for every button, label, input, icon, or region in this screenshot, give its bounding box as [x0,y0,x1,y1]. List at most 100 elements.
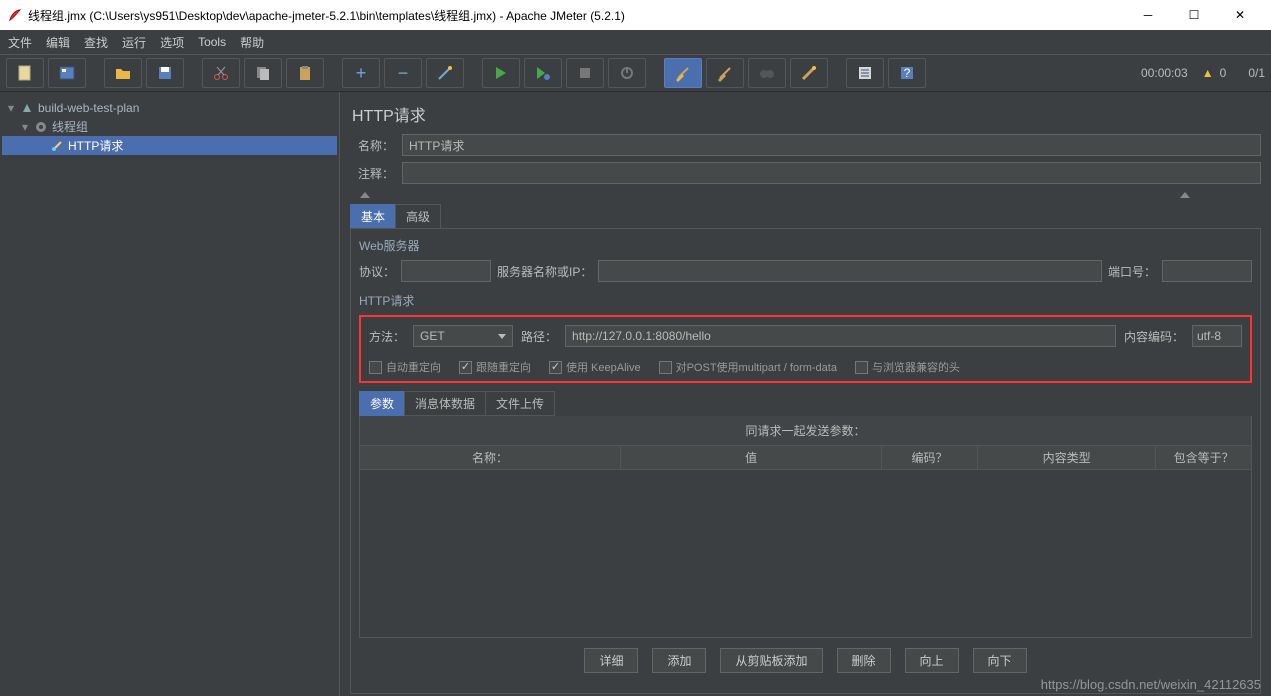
menu-help[interactable]: 帮助 [240,34,264,51]
down-button[interactable]: 向下 [973,648,1027,673]
toolbar-stop-button[interactable] [566,58,604,88]
status-threads: 0/1 [1248,66,1265,80]
toolbar-new-button[interactable] [6,58,44,88]
method-label: 方法： [369,328,405,345]
col-name[interactable]: 名称： [360,446,621,469]
gear-icon [34,120,48,134]
toolbar-start-button[interactable] [482,58,520,88]
checkbox-follow-redirect[interactable] [459,361,472,374]
minus-icon: − [398,63,409,84]
menu-file[interactable]: 文件 [8,34,32,51]
label-keepalive: 使用 KeepAlive [566,359,641,375]
http-request-panel: HTTP请求 名称： 注释： 基本 高级 Web服务器 协议： 服务器名称或IP… [340,92,1271,696]
path-label: 路径： [521,328,557,345]
tab-params[interactable]: 参数 [359,391,405,416]
menu-options[interactable]: 选项 [160,34,184,51]
tab-files[interactable]: 文件上传 [485,391,555,416]
detail-button[interactable]: 详细 [584,648,638,673]
checkbox-auto-redirect[interactable] [369,361,382,374]
col-ctype[interactable]: 内容类型 [978,446,1156,469]
status-timer: 00:00:03 [1141,66,1188,80]
svg-text:?: ? [904,66,911,80]
tree-thread-group-label: 线程组 [52,118,88,135]
window-maximize-button[interactable]: ☐ [1171,0,1217,30]
checkbox-multipart[interactable] [659,361,672,374]
col-include[interactable]: 包含等于？ [1156,446,1251,469]
window-close-button[interactable]: ✕ [1217,0,1263,30]
toolbar-paste-button[interactable] [286,58,324,88]
tab-advanced[interactable]: 高级 [395,204,441,229]
protocol-input[interactable] [401,260,491,282]
toolbar-expand-button[interactable]: + [342,58,380,88]
menu-tools[interactable]: Tools [198,35,226,49]
server-input[interactable] [598,260,1102,282]
toolbar-templates-button[interactable] [48,58,86,88]
tree-root[interactable]: ▾ build-web-test-plan [2,98,337,117]
broom-active-icon [674,64,692,82]
method-value: GET [420,329,445,343]
play-fast-icon [535,65,551,81]
encoding-label: 内容编码： [1124,328,1184,345]
highlighted-area: 方法： GET 路径： http://127.0.0.1:8080/hello … [359,315,1252,383]
toolbar-copy-button[interactable] [244,58,282,88]
menu-edit[interactable]: 编辑 [46,34,70,51]
menu-search[interactable]: 查找 [84,34,108,51]
expand-handle[interactable] [350,190,1261,200]
params-table-header: 名称： 值 编码？ 内容类型 包含等于？ [359,446,1252,470]
clipboard-add-button[interactable]: 从剪贴板添加 [720,648,822,673]
tree-twisty-icon[interactable]: ▾ [6,101,16,115]
method-select[interactable]: GET [413,325,513,347]
toolbar-clear-all-button[interactable] [706,58,744,88]
name-label: 名称： [350,137,394,154]
toolbar-start-no-timers-button[interactable] [524,58,562,88]
toolbar-help-button[interactable]: ? [888,58,926,88]
tab-basic[interactable]: 基本 [350,204,396,229]
params-table-body[interactable] [359,470,1252,638]
tree-http-request-label: HTTP请求 [68,137,123,154]
menu-run[interactable]: 运行 [122,34,146,51]
path-input[interactable]: http://127.0.0.1:8080/hello [565,325,1116,347]
toolbar-clear-button[interactable] [664,58,702,88]
tree-root-label: build-web-test-plan [38,101,139,115]
toolbar: + − ? 00:00:03 ▲ 0 0/1 [0,54,1271,92]
add-button[interactable]: 添加 [652,648,706,673]
protocol-label: 协议： [359,263,395,280]
tab-body[interactable]: 消息体数据 [404,391,486,416]
template-icon [58,64,76,82]
comment-input[interactable] [402,162,1261,184]
warning-icon[interactable]: ▲ [1202,66,1214,80]
name-input[interactable] [402,134,1261,156]
params-header: 同请求一起发送参数： [359,416,1252,446]
up-button[interactable]: 向上 [905,648,959,673]
toolbar-shutdown-button[interactable] [608,58,646,88]
params-tabs: 参数 消息体数据 文件上传 [359,391,1252,416]
tree-http-request[interactable]: HTTP请求 [2,136,337,155]
toolbar-search-button[interactable] [748,58,786,88]
delete-button[interactable]: 删除 [837,648,891,673]
checkbox-browser-headers[interactable] [855,361,868,374]
toolbar-toggle-button[interactable] [426,58,464,88]
checkbox-keepalive[interactable] [549,361,562,374]
label-auto-redirect: 自动重定向 [386,359,441,375]
toolbar-cut-button[interactable] [202,58,240,88]
httprequest-legend: HTTP请求 [359,292,1252,309]
tree-thread-group[interactable]: ▾ 线程组 [2,117,337,136]
toolbar-reset-search-button[interactable] [790,58,828,88]
col-value[interactable]: 值 [621,446,882,469]
toolbar-open-button[interactable] [104,58,142,88]
sampler-icon [50,139,64,153]
sweep-icon [800,64,818,82]
col-encode[interactable]: 编码？ [882,446,978,469]
test-plan-tree[interactable]: ▾ build-web-test-plan ▾ 线程组 HTTP请求 [0,92,340,696]
toolbar-save-button[interactable] [146,58,184,88]
window-minimize-button[interactable]: ─ [1125,0,1171,30]
app-icon [8,8,22,22]
toolbar-function-helper-button[interactable] [846,58,884,88]
encoding-input[interactable]: utf-8 [1192,325,1242,347]
port-input[interactable] [1162,260,1252,282]
folder-open-icon [114,64,132,82]
config-tabs: 基本 高级 [350,204,1261,229]
webserver-fieldset: Web服务器 协议： 服务器名称或IP： 端口号： HTTP请求 方法： GET… [350,228,1261,694]
toolbar-collapse-button[interactable]: − [384,58,422,88]
tree-twisty-icon[interactable]: ▾ [20,120,30,134]
